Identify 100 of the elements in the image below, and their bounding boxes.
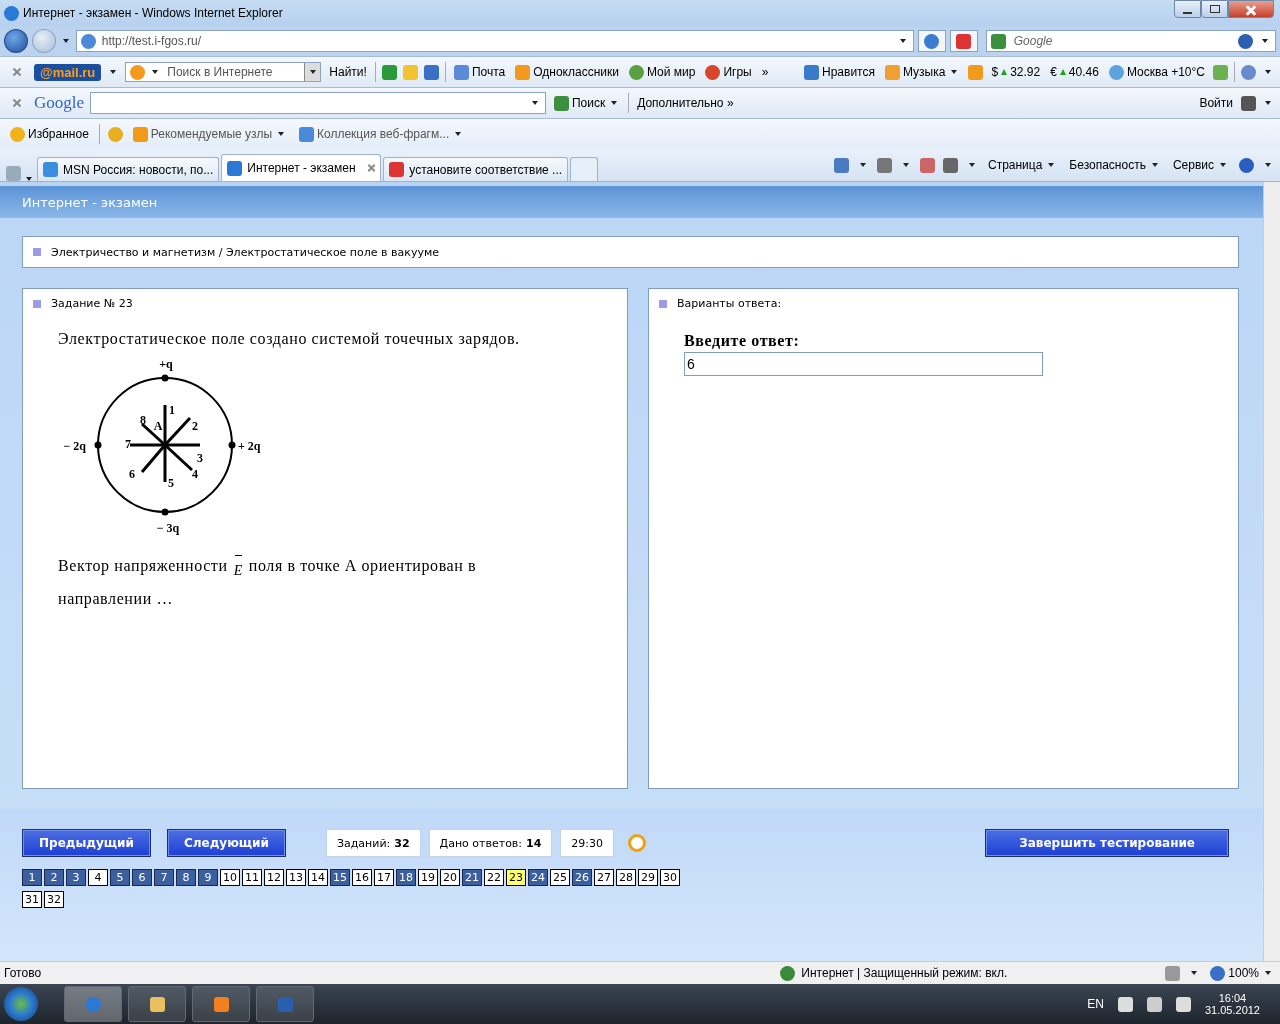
question-number[interactable]: 27 (594, 869, 614, 886)
question-number[interactable]: 7 (154, 869, 174, 886)
refresh-button[interactable] (917, 30, 946, 52)
question-number[interactable]: 23 (506, 869, 526, 886)
weather-link[interactable]: Москва +10°C (1106, 64, 1207, 80)
charge-dot (228, 441, 236, 449)
more-button[interactable]: Дополнительно » (635, 96, 736, 110)
question-number[interactable]: 29 (638, 869, 658, 886)
browser-tab[interactable]: MSN Россия: новости, по... (37, 157, 220, 181)
question-number[interactable]: 25 (550, 869, 570, 886)
charge-label: + 2q (238, 439, 261, 453)
command-menu[interactable]: Страница (985, 158, 1060, 172)
question-number[interactable]: 13 (286, 869, 306, 886)
question-number[interactable]: 17 (374, 869, 394, 886)
charge-label: +q (159, 357, 173, 371)
question-number[interactable]: 26 (572, 869, 592, 886)
address-field[interactable]: http://test.i-fgos.ru/ (75, 30, 914, 52)
toolbar-link[interactable]: Одноклассники (513, 64, 621, 80)
counter: Заданий: 32 (325, 829, 421, 857)
toolbar-link[interactable]: Игры (703, 64, 754, 80)
question-number[interactable]: 16 (352, 869, 372, 886)
music-menu[interactable]: Музыка (883, 64, 963, 80)
caret-icon (1262, 39, 1268, 43)
login-button[interactable]: Войти (1197, 96, 1235, 110)
close-button[interactable] (1228, 0, 1274, 18)
answer-title: Варианты ответа: (677, 297, 782, 310)
zoom-button[interactable]: 100% (1208, 965, 1276, 981)
charge-label: − 3q (156, 521, 180, 535)
exchange-rate[interactable]: $ 32.92 (989, 65, 1043, 79)
scrollbar[interactable] (1263, 182, 1280, 961)
favorites-button[interactable]: Избранное (8, 126, 91, 142)
question-number[interactable]: 3 (66, 869, 86, 886)
back-button[interactable] (4, 29, 28, 53)
mail-logo[interactable]: @mail.ru (34, 63, 102, 81)
direction-label: 2 (192, 419, 198, 433)
finish-button[interactable]: Завершить тестирование (985, 829, 1229, 857)
start-button[interactable] (4, 987, 38, 1021)
maximize-button[interactable] (1201, 0, 1228, 18)
google-search-field[interactable] (90, 92, 546, 114)
square-bullet-icon (33, 299, 41, 308)
task-title: Задание № 23 (51, 297, 133, 310)
question-number[interactable]: 21 (462, 869, 482, 886)
direction-label: 6 (129, 467, 135, 481)
question-number[interactable]: 30 (660, 869, 680, 886)
question-number[interactable]: 9 (198, 869, 218, 886)
browser-tab[interactable]: Интернет - экзамен (221, 154, 382, 181)
command-menu[interactable]: Безопасность (1067, 158, 1163, 172)
question-number[interactable]: 1 (22, 869, 42, 886)
close-toolbar-icon[interactable] (12, 98, 22, 108)
favorites-item[interactable]: Коллекция веб-фрагм... (297, 126, 467, 142)
find-button[interactable]: Найти! (327, 65, 369, 79)
minimize-button[interactable] (1174, 0, 1201, 18)
question-number[interactable]: 22 (484, 869, 504, 886)
question-number[interactable]: 31 (22, 891, 42, 908)
toolbar-link[interactable]: Почта (451, 64, 508, 80)
question-number[interactable]: 28 (616, 869, 636, 886)
dropdown-button[interactable] (304, 63, 321, 81)
close-toolbar-icon[interactable] (12, 67, 22, 77)
new-tab-button[interactable] (570, 157, 599, 181)
question-number[interactable]: 10 (220, 869, 240, 886)
caret-icon (1151, 163, 1158, 167)
close-tab-icon[interactable] (367, 164, 376, 172)
web-search-box[interactable]: Поиск в Интернете (125, 62, 322, 82)
question-number[interactable]: 14 (308, 869, 328, 886)
question-number[interactable]: 11 (242, 869, 262, 886)
next-button[interactable]: Следующий (166, 829, 286, 857)
taskbar-app-icon[interactable] (128, 986, 186, 1022)
question-number[interactable]: 20 (440, 869, 460, 886)
breadcrumb: Электричество и магнетизм / Электростатическое поле в вакууме (51, 245, 440, 259)
question-number[interactable]: 6 (132, 869, 152, 886)
caret-icon (278, 132, 284, 136)
search-button[interactable]: Поиск (551, 95, 623, 111)
question-number[interactable]: 18 (396, 869, 416, 886)
answer-field[interactable]: 6 (684, 352, 1043, 376)
question-number[interactable]: 12 (264, 869, 284, 886)
language-indicator[interactable]: EN (1087, 997, 1104, 1011)
question-number[interactable]: 15 (330, 869, 350, 886)
exchange-rate[interactable]: € 40.46 (1048, 65, 1101, 79)
like-link[interactable]: Нравится (802, 64, 877, 80)
counter: Дано ответов: 14 (428, 829, 553, 857)
command-menu[interactable]: Сервис (1170, 158, 1231, 172)
question-number[interactable]: 24 (528, 869, 548, 886)
question-number[interactable]: 19 (418, 869, 438, 886)
direction-label: 3 (197, 451, 203, 465)
more-chevron[interactable]: » (759, 65, 771, 79)
charge-dot (161, 508, 169, 516)
stop-button[interactable] (949, 30, 978, 52)
browser-tab[interactable]: установите соответствие ... (383, 157, 569, 181)
previous-button[interactable]: Предыдущий (22, 829, 151, 857)
clock[interactable]: 16:04 31.05.2012 (1204, 992, 1260, 1016)
favorites-item[interactable]: Рекомендуемые узлы (130, 126, 289, 142)
taskbar-app-icon[interactable] (192, 986, 250, 1022)
toolbar-link[interactable]: Мой мир (626, 64, 698, 80)
search-box[interactable]: Google (985, 30, 1276, 52)
caret-icon (152, 70, 159, 74)
question-number[interactable]: 8 (176, 869, 196, 886)
question-number[interactable]: 5 (110, 869, 130, 886)
question-number[interactable]: 2 (44, 869, 64, 886)
question-number[interactable]: 4 (88, 869, 108, 886)
question-number[interactable]: 32 (44, 891, 64, 908)
